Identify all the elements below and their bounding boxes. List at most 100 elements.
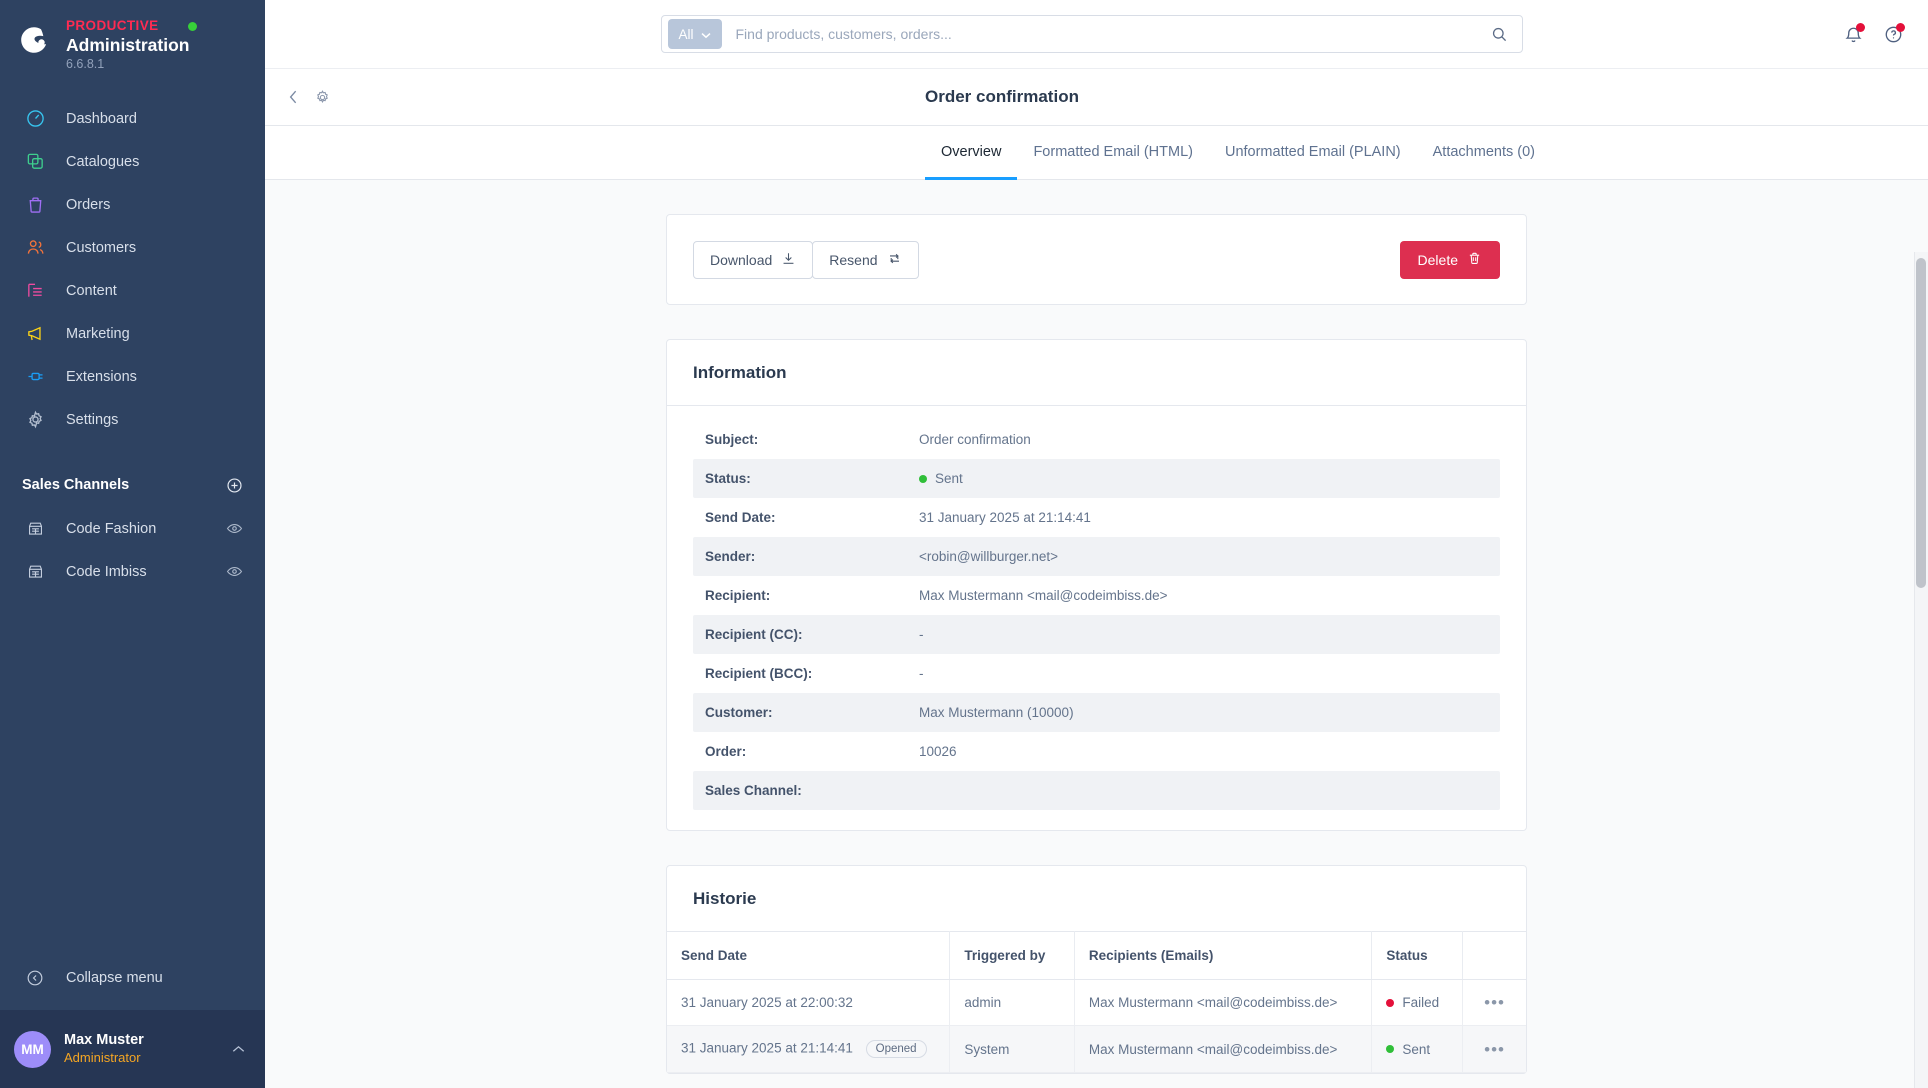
column-header-status: Status: [1371, 931, 1464, 980]
content: Download Resend Delete Information Subje…: [265, 214, 1928, 1074]
global-search[interactable]: All: [660, 15, 1523, 53]
ellipsis-icon[interactable]: •••: [1484, 993, 1505, 1012]
sidebar-item-label: Catalogues: [66, 153, 140, 170]
sidebar-item-extensions[interactable]: Extensions: [0, 355, 265, 398]
notification-dot: [1896, 23, 1905, 32]
gear-icon[interactable]: [314, 89, 331, 106]
info-value: Max Mustermann <mail@codeimbiss.de>: [919, 588, 1168, 603]
customers-icon: [22, 236, 48, 260]
info-row-send-date: Send Date: 31 January 2025 at 21:14:41: [693, 498, 1500, 537]
info-key: Status:: [705, 471, 751, 486]
table-row[interactable]: 31 January 2025 at 21:14:41 Opened Syste…: [667, 1025, 1526, 1073]
column-header-triggered-by: Triggered by: [949, 931, 1075, 980]
bell-icon[interactable]: [1842, 22, 1865, 46]
page-header: Order confirmation: [265, 68, 1928, 126]
sidebar-item-content[interactable]: Content: [0, 269, 265, 312]
tab-overview[interactable]: Overview: [925, 126, 1018, 180]
scrollbar-thumb[interactable]: [1916, 258, 1926, 588]
status-dot: [1386, 998, 1395, 1007]
content-scroller: Overview Formatted Email (HTML) Unformat…: [265, 126, 1928, 1088]
storefront-icon: [22, 517, 48, 541]
column-header-recipients: Recipients (Emails): [1074, 931, 1373, 980]
brand-product: PRODUCTIVE: [66, 18, 159, 33]
sidebar-item-label: Settings: [66, 411, 119, 428]
extensions-icon: [22, 365, 48, 389]
storefront-icon: [22, 560, 48, 584]
plus-circle-icon[interactable]: [226, 477, 243, 494]
help-circle-icon[interactable]: [1882, 22, 1905, 46]
delete-button[interactable]: Delete: [1399, 240, 1500, 279]
catalogues-icon: [22, 150, 48, 174]
send-date-text: 31 January 2025 at 22:00:32: [681, 995, 853, 1010]
sales-channel-code-fashion[interactable]: Code Fashion: [0, 507, 265, 550]
info-value: Sent: [935, 471, 963, 486]
info-value-wrapper: Sent: [919, 471, 963, 486]
sales-channels-title: Sales Channels: [22, 477, 130, 494]
sidebar-item-customers[interactable]: Customers: [0, 226, 265, 269]
sales-channel-label: Code Fashion: [66, 520, 157, 537]
sidebar-nav: Dashboard Catalogues Orders Customers Co…: [0, 97, 265, 441]
cell-recipients: Max Mustermann <mail@codeimbiss.de>: [1074, 979, 1373, 1026]
orders-icon: [22, 193, 48, 217]
cell-send-date: 31 January 2025 at 21:14:41 Opened: [667, 1025, 951, 1073]
sidebar: PRODUCTIVE Administration 6.6.8.1 Dashbo…: [0, 0, 265, 1088]
search-icon[interactable]: [1481, 26, 1518, 43]
resend-button-label: Resend: [829, 251, 878, 268]
ellipsis-icon[interactable]: •••: [1484, 1040, 1505, 1059]
search-scope-select[interactable]: All: [667, 19, 722, 49]
settings-gear-icon: [22, 408, 48, 432]
sidebar-item-label: Extensions: [66, 368, 137, 385]
info-row-customer: Customer: Max Mustermann (10000): [693, 693, 1500, 732]
search-input[interactable]: [721, 17, 1481, 51]
sidebar-item-label: Marketing: [66, 325, 130, 342]
sidebar-item-orders[interactable]: Orders: [0, 183, 265, 226]
cell-send-date: 31 January 2025 at 22:00:32: [667, 979, 951, 1026]
info-key: Sender:: [705, 549, 756, 564]
cell-status: Sent: [1371, 1025, 1464, 1073]
brand-block[interactable]: PRODUCTIVE Administration 6.6.8.1: [0, 0, 265, 85]
user-profile-button[interactable]: MM Max Muster Administrator: [0, 1010, 265, 1088]
trash-icon: [1467, 251, 1482, 269]
info-key: Recipient:: [705, 588, 771, 603]
resend-button[interactable]: Resend: [812, 240, 919, 279]
app-root: PRODUCTIVE Administration 6.6.8.1 Dashbo…: [0, 0, 1928, 1088]
tab-label: Overview: [941, 143, 1002, 160]
collapse-menu-button[interactable]: Collapse menu: [0, 956, 265, 1000]
user-name: Max Muster: [64, 1032, 144, 1049]
sidebar-item-label: Content: [66, 282, 117, 299]
chevron-up-icon[interactable]: [232, 1042, 245, 1057]
info-row-recipient-cc: Recipient (CC): -: [693, 615, 1500, 654]
tab-unformatted-email-plain[interactable]: Unformatted Email (PLAIN): [1209, 126, 1417, 180]
info-row-recipient-bcc: Recipient (BCC): -: [693, 654, 1500, 693]
tab-label: Attachments (0): [1432, 143, 1535, 160]
vertical-scrollbar[interactable]: [1914, 252, 1928, 1088]
sidebar-item-marketing[interactable]: Marketing: [0, 312, 265, 355]
chevron-left-icon[interactable]: [287, 88, 300, 106]
collapse-chevron-icon: [22, 966, 48, 990]
marketing-icon: [22, 322, 48, 346]
cell-recipients: Max Mustermann <mail@codeimbiss.de>: [1074, 1025, 1373, 1073]
download-button[interactable]: Download: [693, 240, 814, 279]
info-value: Max Mustermann (10000): [919, 705, 1074, 720]
sidebar-item-catalogues[interactable]: Catalogues: [0, 140, 265, 183]
info-key: Recipient (BCC):: [705, 666, 813, 681]
table-row[interactable]: 31 January 2025 at 22:00:32 admin Max Mu…: [667, 979, 1526, 1026]
eye-icon[interactable]: [226, 520, 243, 537]
search-scope-label: All: [678, 26, 694, 42]
sidebar-item-settings[interactable]: Settings: [0, 398, 265, 441]
info-key: Order:: [705, 744, 747, 759]
info-value: 10026: [919, 744, 957, 759]
cell-triggered-by: admin: [949, 979, 1075, 1026]
sidebar-item-dashboard[interactable]: Dashboard: [0, 97, 265, 140]
download-icon: [781, 251, 796, 269]
tab-formatted-email-html[interactable]: Formatted Email (HTML): [1017, 126, 1209, 180]
tab-attachments[interactable]: Attachments (0): [1417, 126, 1551, 180]
eye-icon[interactable]: [226, 563, 243, 580]
sales-channel-code-imbiss[interactable]: Code Imbiss: [0, 550, 265, 593]
status-badge: Failed: [1402, 995, 1440, 1010]
user-role: Administrator: [64, 1049, 141, 1065]
refresh-icon: [887, 251, 902, 269]
shopware-logo-icon: [14, 18, 54, 62]
info-row-order: Order: 10026: [693, 732, 1500, 771]
history-title: Historie: [693, 889, 757, 908]
